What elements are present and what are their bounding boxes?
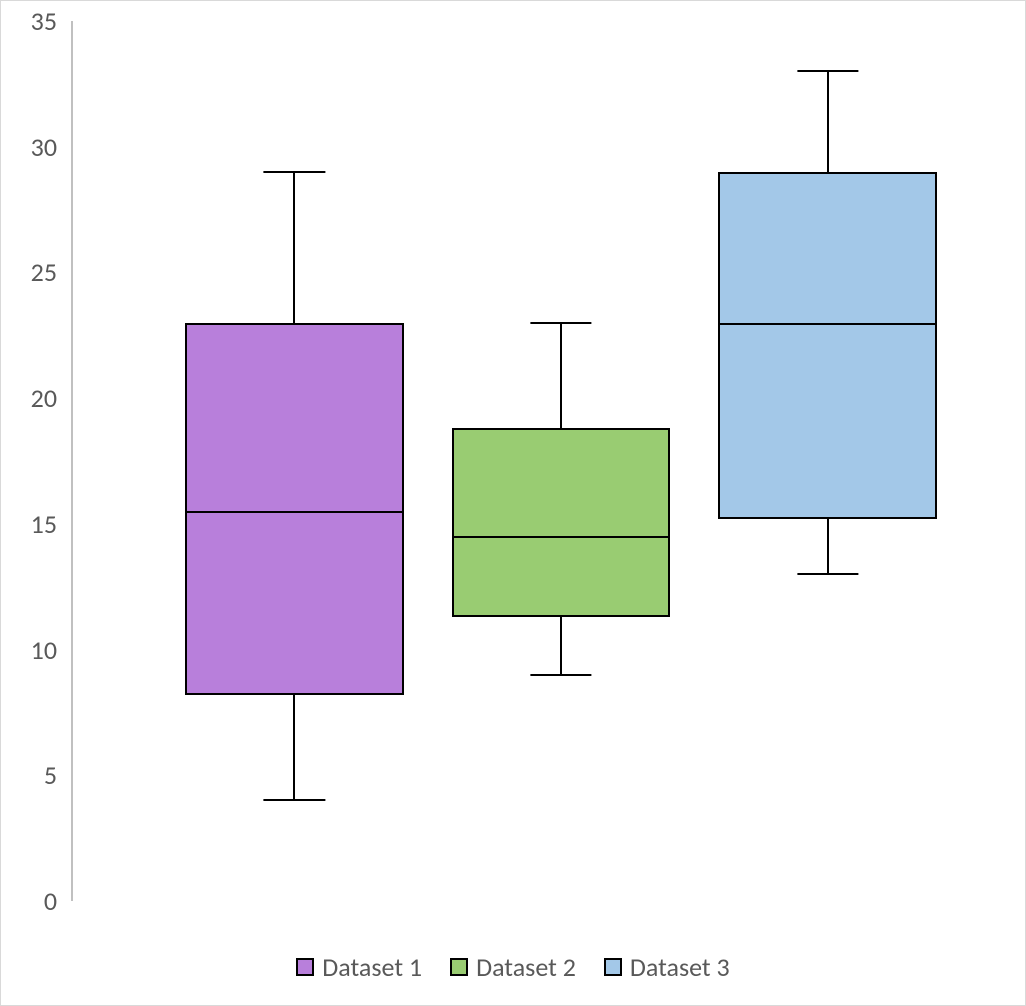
legend-label: Dataset 2 xyxy=(476,951,576,983)
y-tick-label: 15 xyxy=(31,508,71,540)
whisker-cap-upper xyxy=(530,322,591,324)
y-tick-label: 5 xyxy=(44,759,71,791)
whisker-cap-lower xyxy=(797,573,858,575)
whisker-lower xyxy=(560,617,562,675)
y-axis-line xyxy=(71,21,73,901)
legend: Dataset 1 Dataset 2 Dataset 3 xyxy=(1,951,1025,983)
y-tick-label: 20 xyxy=(31,382,71,414)
boxplot-2 xyxy=(452,21,671,901)
whisker-upper xyxy=(827,71,829,172)
whisker-lower xyxy=(293,695,295,801)
y-tick-label: 10 xyxy=(31,634,71,666)
whisker-cap-lower xyxy=(530,674,591,676)
legend-swatch xyxy=(604,958,622,976)
median-line xyxy=(185,511,404,513)
whisker-upper xyxy=(560,323,562,429)
y-tick-label: 35 xyxy=(31,5,71,37)
median-line xyxy=(452,536,671,538)
boxplot-1 xyxy=(185,21,404,901)
whisker-cap-lower xyxy=(264,799,325,801)
boxplot-3 xyxy=(718,21,937,901)
legend-item-3: Dataset 3 xyxy=(604,951,730,983)
y-tick-label: 0 xyxy=(44,885,71,917)
y-tick-label: 30 xyxy=(31,131,71,163)
legend-item-1: Dataset 1 xyxy=(296,951,422,983)
whisker-cap-upper xyxy=(797,70,858,72)
legend-label: Dataset 3 xyxy=(630,951,730,983)
box-rect xyxy=(718,172,937,519)
whisker-cap-upper xyxy=(264,171,325,173)
whisker-upper xyxy=(293,172,295,323)
median-line xyxy=(718,323,937,325)
box-rect xyxy=(185,323,404,695)
whisker-lower xyxy=(827,519,829,574)
legend-swatch xyxy=(450,958,468,976)
legend-label: Dataset 1 xyxy=(322,951,422,983)
legend-swatch xyxy=(296,958,314,976)
legend-item-2: Dataset 2 xyxy=(450,951,576,983)
y-tick-label: 25 xyxy=(31,256,71,288)
box-rect xyxy=(452,428,671,617)
chart-frame: 05101520253035 Dataset 1Dataset 2Dataset… xyxy=(0,0,1026,1006)
plot-area: 05101520253035 xyxy=(71,21,1001,901)
